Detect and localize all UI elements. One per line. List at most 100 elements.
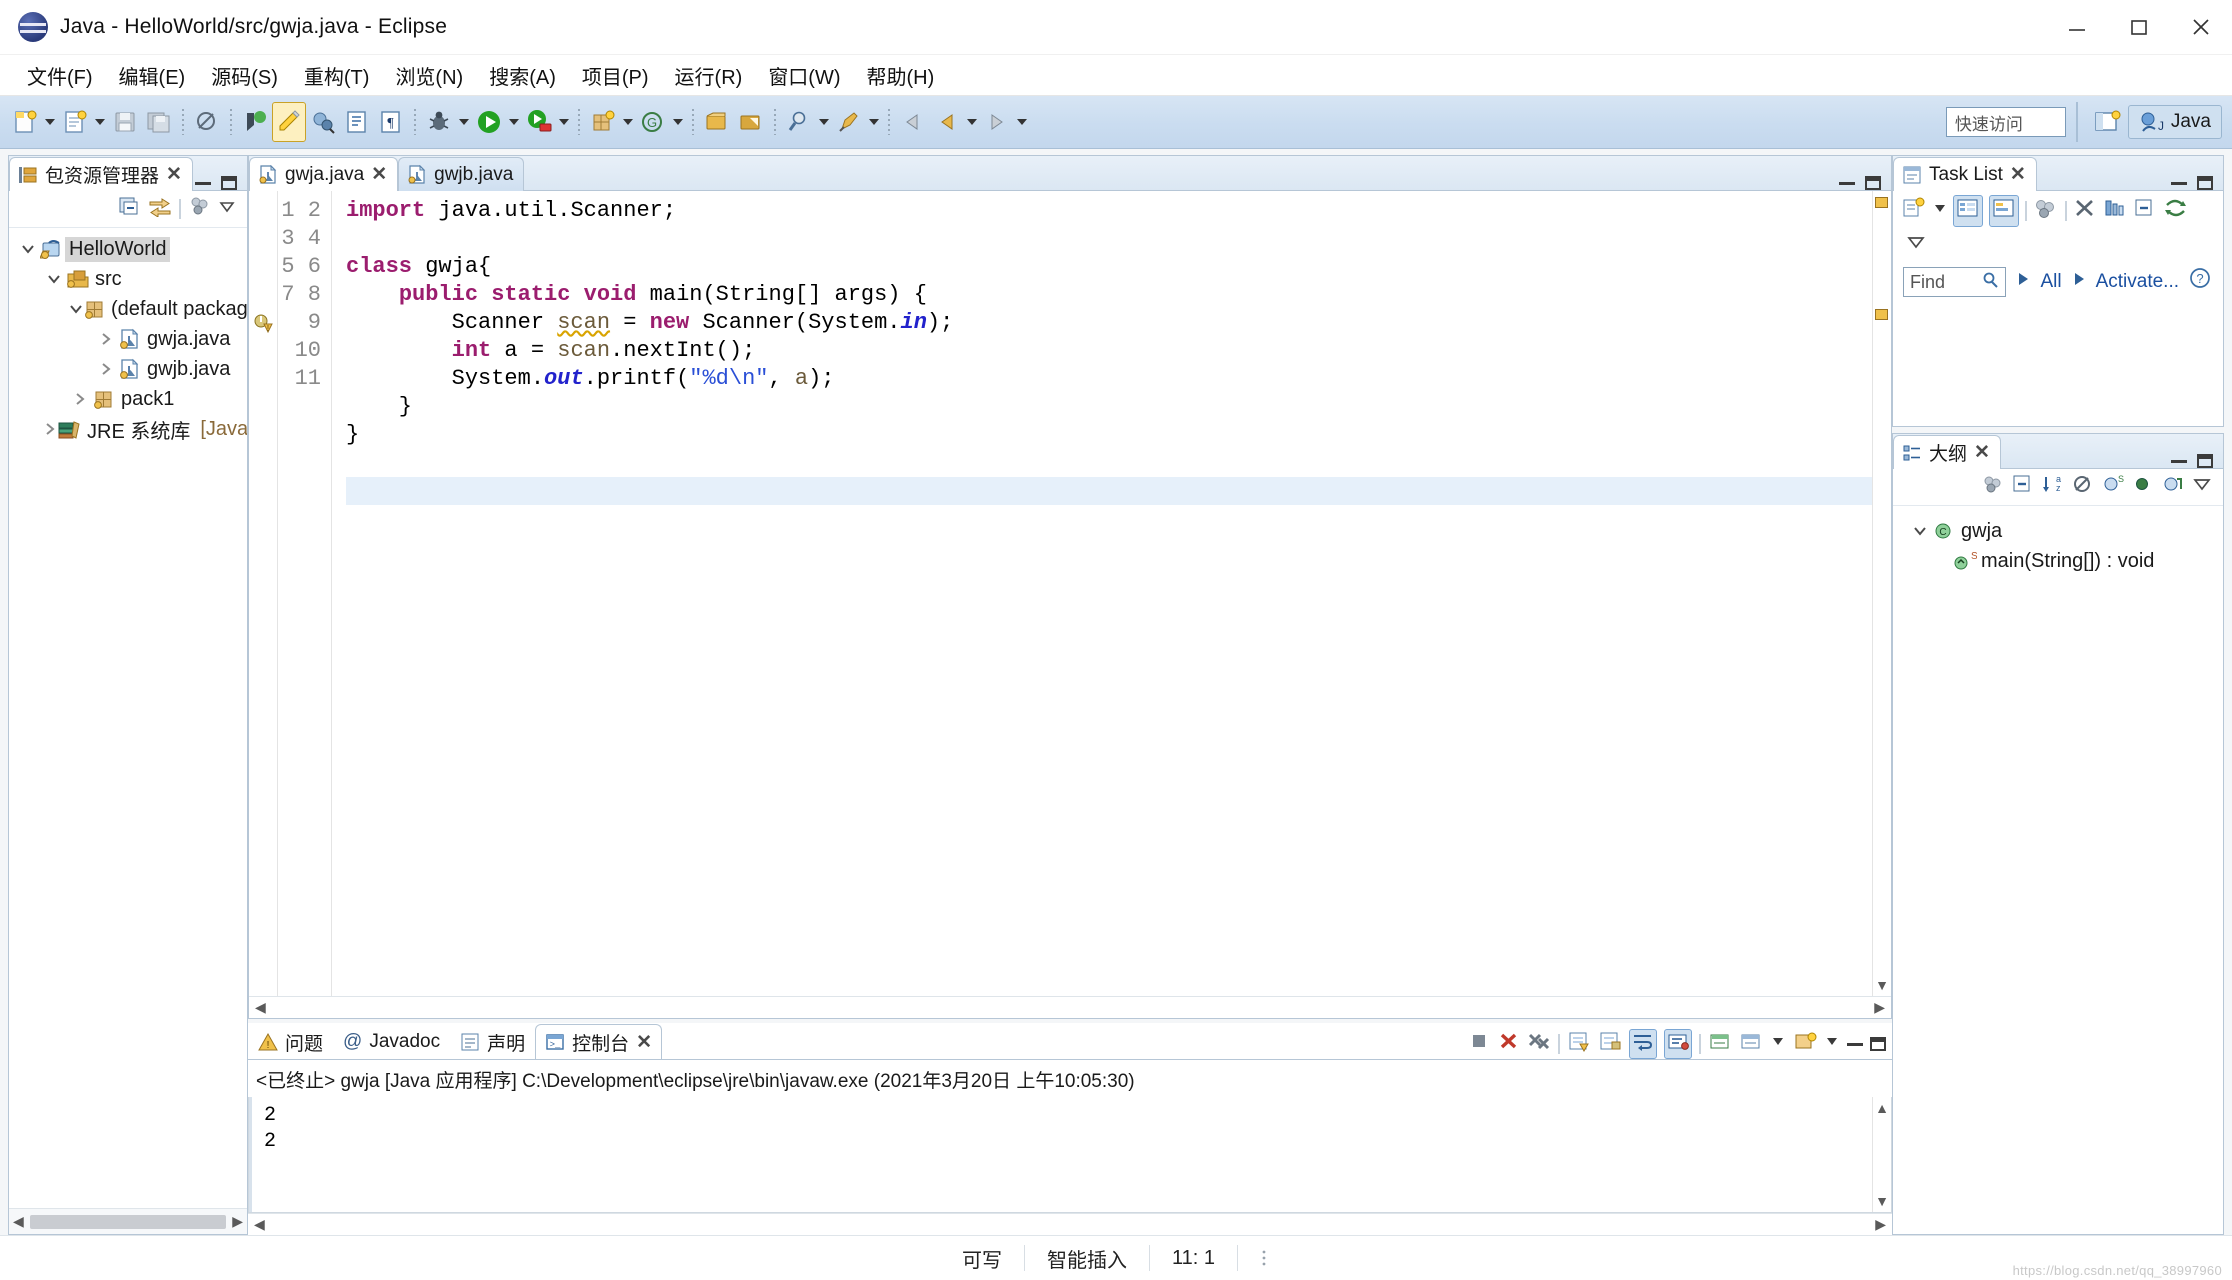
menu-window[interactable]: 窗口(W) [755,57,853,94]
scroll-right-icon[interactable]: ▶ [1874,999,1885,1016]
new-console-view-icon[interactable] [1793,1030,1817,1058]
maximize-icon[interactable] [2108,0,2170,54]
all-tasks-link[interactable]: All [2040,271,2061,293]
tree-item-gwja-java[interactable]: gwja.java [9,324,247,354]
last-edit-location-icon[interactable] [832,102,866,142]
new-task-icon[interactable] [1901,196,1927,226]
scroll-left-icon[interactable]: ◀ [254,1216,265,1233]
quick-access-input[interactable]: 快速访问 [1945,107,2066,137]
collapse-all-icon[interactable] [117,195,141,223]
maximize-icon[interactable] [221,176,237,190]
view-menu-icon[interactable] [187,195,211,223]
task-list-body[interactable] [1893,305,2223,426]
help-icon[interactable]: ? [2189,267,2213,297]
search-icon[interactable] [1981,271,1999,294]
menu-search[interactable]: 搜索(A) [476,57,569,94]
open-perspective-icon[interactable] [2090,102,2124,142]
run-icon[interactable] [472,102,506,142]
minimize-icon[interactable] [2046,0,2108,54]
scroll-thumb[interactable] [29,1214,227,1229]
skip-breakpoints-icon[interactable] [238,102,272,142]
overview-ruler[interactable] [1874,191,1890,996]
new-annotation-dropdown-icon[interactable] [670,102,686,142]
tab-gwja-java[interactable]: gwja.java ✕ [249,157,399,191]
presentation-icon[interactable] [2033,197,2059,225]
hide-local-icon[interactable] [2161,473,2185,501]
task-find-input[interactable]: Find [1903,267,2007,297]
toggle-mark-occurrences-icon[interactable] [272,102,306,142]
hide-nonpublic-icon[interactable] [2131,473,2155,501]
new-java-class-icon[interactable] [58,102,92,142]
minimize-icon[interactable] [2171,181,2187,185]
back-icon[interactable] [896,102,930,142]
tab-declaration[interactable]: 声明 [450,1024,535,1059]
menu-project[interactable]: 项目(P) [569,57,662,94]
console-output-area[interactable]: 2 2 ▲ ▼ [248,1097,1892,1213]
save-icon[interactable] [108,102,142,142]
new-wizard-dropdown-icon[interactable] [42,102,58,142]
tree-item-default-package[interactable]: (default package) [9,294,247,324]
close-icon[interactable] [2170,0,2232,54]
twisty-collapsed-icon[interactable] [95,332,117,346]
outline-item-gwja[interactable]: C gwja [1899,516,2217,546]
tab-console[interactable]: >_ 控制台 ✕ [535,1024,663,1059]
new-annotation-icon[interactable]: G [636,102,670,142]
close-tab-icon[interactable]: ✕ [1974,441,1990,464]
new-package-icon[interactable] [586,102,620,142]
menu-file[interactable]: 文件(F) [14,57,106,94]
pin-console-icon[interactable] [1664,1029,1692,1059]
view-menu-icon[interactable] [2191,475,2213,499]
scroll-lock-icon[interactable] [1598,1030,1622,1058]
tab-outline[interactable]: 大纲 ✕ [1893,435,2001,469]
show-whitespace-icon[interactable] [340,102,374,142]
categorize-icon[interactable] [1953,195,1983,227]
tab-package-explorer[interactable]: 包资源管理器 ✕ [9,157,193,191]
console-dropdown-icon[interactable] [1770,1032,1786,1056]
open-task-icon[interactable] [700,102,734,142]
maximize-icon[interactable] [2197,454,2213,468]
twisty-collapsed-icon[interactable] [43,422,57,436]
maximize-icon[interactable] [1865,176,1881,190]
close-tab-icon[interactable]: ✕ [371,163,387,186]
close-tab-icon[interactable]: ✕ [166,163,182,186]
menu-navigate[interactable]: 浏览(N) [382,57,476,94]
new-wizard-icon[interactable] [8,102,42,142]
search-dropdown-icon[interactable] [816,102,832,142]
view-dropdown-icon[interactable] [217,196,237,222]
minimize-icon[interactable] [1847,1042,1863,1046]
minimize-icon[interactable] [2171,459,2187,463]
forward-icon[interactable] [980,102,1014,142]
remove-all-terminated-icon[interactable] [1527,1031,1551,1057]
close-tab-icon[interactable]: ✕ [636,1031,652,1054]
explorer-hscrollbar[interactable]: ◀ ▶ [9,1208,247,1234]
link-with-editor-icon[interactable] [147,195,173,223]
twisty-expanded-icon[interactable] [1909,524,1931,538]
focus-on-active-icon[interactable] [1981,473,2005,501]
toggle-breakpoint-icon[interactable] [190,102,224,142]
save-all-icon[interactable] [142,102,176,142]
twisty-expanded-icon[interactable] [17,242,39,256]
maximize-icon[interactable] [2197,176,2213,190]
tree-item-jre-library[interactable]: JRE 系统库 [JavaSE-1.8] [9,414,247,444]
tab-task-list[interactable]: Task List ✕ [1893,157,2037,191]
minimize-icon[interactable] [1839,181,1855,185]
new-package-dropdown-icon[interactable] [620,102,636,142]
clear-console-icon[interactable] [1567,1030,1591,1058]
collapse-all-icon[interactable] [2011,473,2035,501]
twisty-expanded-icon[interactable] [43,272,65,286]
all-tasks-arrow-icon[interactable] [2016,271,2030,293]
twisty-expanded-icon[interactable] [69,302,83,316]
editor-hscrollbar[interactable]: ◀ ▶ [249,996,1891,1018]
new-task-dropdown-icon[interactable] [1933,199,1947,223]
debug-icon[interactable] [422,102,456,142]
console-hscrollbar[interactable]: ◀ ▶ [248,1213,1892,1235]
hide-fields-icon[interactable] [2071,473,2095,501]
menu-help[interactable]: 帮助(H) [854,57,948,94]
tab-gwjb-java[interactable]: gwjb.java [398,157,525,191]
twisty-collapsed-icon[interactable] [95,362,117,376]
collapse-all-icon[interactable] [2133,197,2157,225]
display-selected-console-icon[interactable] [1708,1030,1732,1058]
minimize-icon[interactable] [195,181,211,185]
tree-item-helloworld[interactable]: HelloWorld [9,234,247,264]
source-code[interactable]: import java.util.Scanner; class gwja{ pu… [332,191,1872,996]
